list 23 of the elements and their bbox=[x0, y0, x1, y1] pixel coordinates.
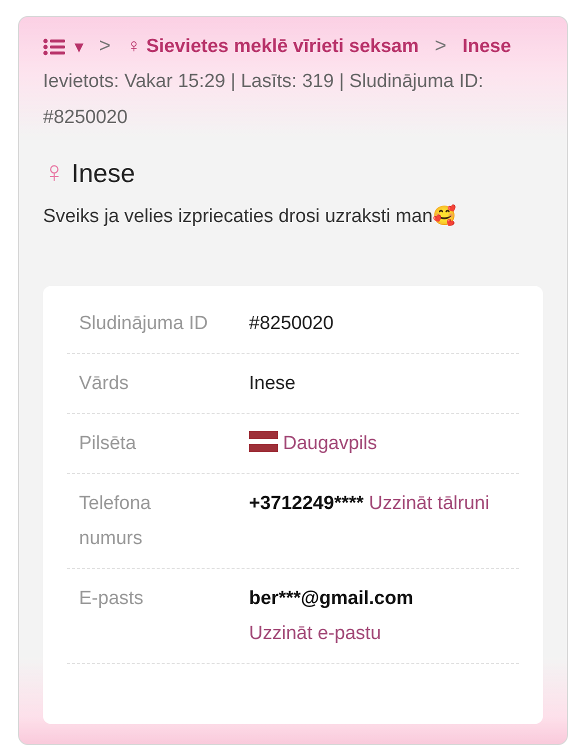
reveal-link[interactable]: Uzzināt tālruni bbox=[368, 493, 490, 514]
detail-value: +3712249**** bbox=[249, 493, 364, 514]
list-icon[interactable] bbox=[43, 38, 65, 56]
breadcrumb-current[interactable]: Inese bbox=[462, 36, 512, 58]
detail-label: E-pasts bbox=[79, 587, 144, 611]
detail-value: #8250020 bbox=[249, 313, 334, 334]
female-symbol: ♀ bbox=[43, 156, 66, 190]
reveal-link[interactable]: Uzzināt e-pastu bbox=[249, 623, 382, 644]
ad-title: Inese bbox=[72, 158, 136, 188]
ad-message: Sveiks ja velies izpriecaties drosi uzraksti man🥰 bbox=[43, 204, 458, 228]
detail-value: Inese bbox=[249, 373, 296, 394]
detail-label: Sludinājuma ID bbox=[79, 312, 209, 336]
detail-label: Pilsēta bbox=[79, 432, 138, 456]
detail-label: Vārds bbox=[79, 372, 130, 396]
breadcrumb-separator: > bbox=[99, 35, 111, 58]
breadcrumb-separator: > bbox=[434, 35, 446, 58]
detail-label: Telefona numurs bbox=[79, 492, 152, 551]
flag-icon bbox=[249, 431, 278, 452]
caret-icon[interactable]: ▾ bbox=[75, 36, 83, 56]
detail-value: ber***@gmail.com bbox=[249, 588, 414, 609]
city-link[interactable]: Daugavpils bbox=[283, 433, 377, 454]
category-link[interactable]: ♀ Sievietes meklē vīrieti seksam bbox=[126, 36, 419, 58]
ad-meta: Ievietots: Vakar 15:29 | Lasīts: 319 | Sludinājuma ID: #8250020 bbox=[43, 70, 484, 130]
